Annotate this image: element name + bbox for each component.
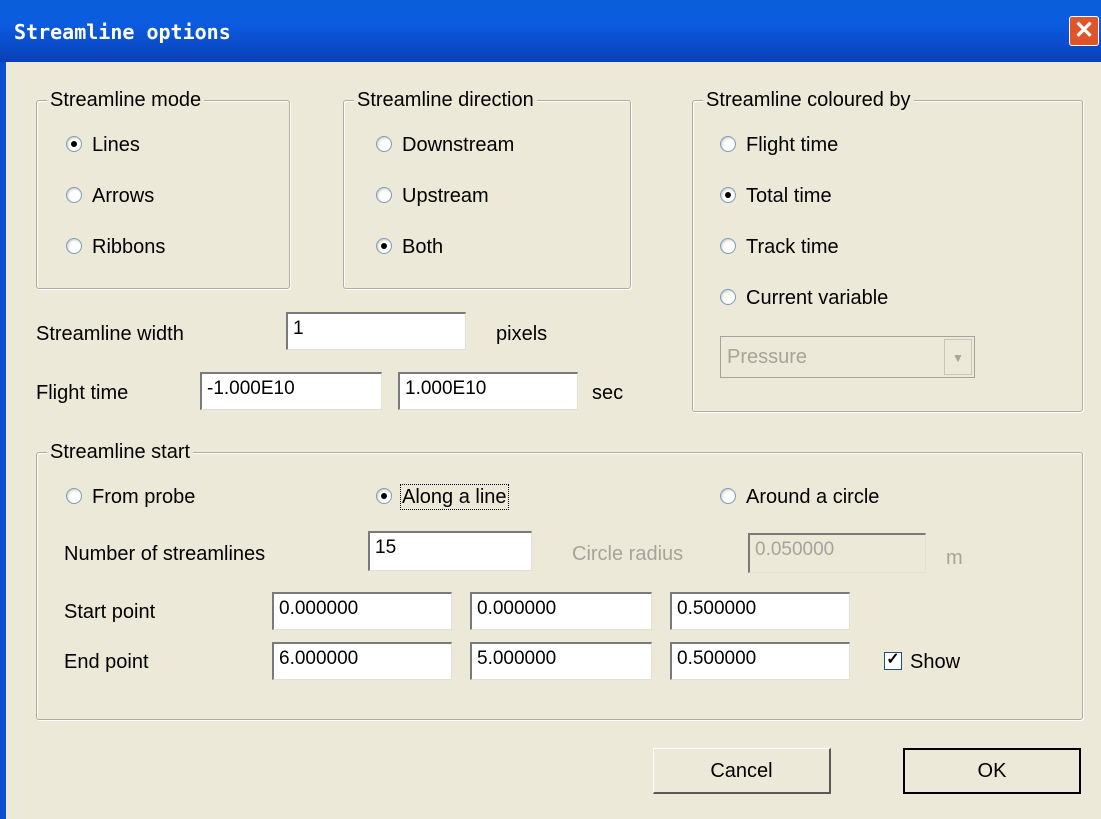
streamline-width-label: Streamline width: [36, 323, 184, 345]
radio-icon: [376, 135, 392, 152]
radio-lines[interactable]: Lines: [66, 134, 140, 157]
radio-icon: [720, 288, 736, 305]
radio-icon: [66, 237, 82, 254]
radio-current-variable[interactable]: Current variable: [720, 287, 888, 310]
checkmark-icon: ✓: [884, 651, 902, 670]
variable-select-value: Pressure: [727, 346, 808, 368]
flight-time-unit-label: sec: [592, 382, 624, 404]
radio-icon: [720, 186, 736, 203]
flight-time-min-input[interactable]: -1.000E10: [200, 372, 382, 410]
radio-total-time[interactable]: Total time: [720, 185, 832, 208]
radio-flight-time[interactable]: Flight time: [720, 134, 838, 157]
start-point-label: Start point: [64, 601, 156, 623]
radio-along-a-line[interactable]: Along a line: [376, 484, 509, 510]
radio-around-a-circle[interactable]: Around a circle: [720, 486, 879, 509]
chevron-down-icon: ▼: [944, 339, 972, 375]
radio-track-time[interactable]: Track time: [720, 236, 839, 259]
radio-icon: [376, 186, 392, 203]
radio-icon: [376, 487, 392, 504]
radio-both[interactable]: Both: [376, 236, 443, 259]
group-label: Streamline coloured by: [703, 89, 914, 112]
cancel-button[interactable]: Cancel: [653, 748, 831, 794]
group-label: Streamline direction: [354, 89, 537, 112]
end-point-y-input[interactable]: 5.000000: [470, 642, 652, 680]
width-unit-label: pixels: [496, 323, 548, 345]
flight-time-label: Flight time: [36, 382, 129, 404]
radio-icon: [720, 135, 736, 152]
streamline-width-input[interactable]: 1: [286, 312, 466, 350]
radio-icon: [66, 135, 82, 152]
window-border: [0, 62, 6, 819]
circle-radius-label: Circle radius: [572, 543, 684, 565]
window-title: Streamline options: [14, 20, 231, 44]
radio-icon: [66, 487, 82, 504]
variable-select: Pressure ▼: [720, 336, 975, 378]
radio-upstream[interactable]: Upstream: [376, 185, 489, 208]
group-label: Streamline mode: [47, 89, 205, 112]
group-label: Streamline start: [47, 441, 194, 464]
close-icon[interactable]: ✕: [1069, 16, 1099, 46]
number-of-streamlines-input[interactable]: 15: [368, 531, 532, 571]
start-point-z-input[interactable]: 0.500000: [670, 592, 850, 630]
end-point-x-input[interactable]: 6.000000: [272, 642, 452, 680]
flight-time-max-input[interactable]: 1.000E10: [398, 372, 578, 410]
title-bar: Streamline options ✕: [0, 0, 1101, 62]
start-point-y-input[interactable]: 0.000000: [470, 592, 652, 630]
radio-from-probe[interactable]: From probe: [66, 486, 195, 509]
end-point-label: End point: [64, 651, 149, 673]
radio-icon: [66, 186, 82, 203]
radio-ribbons[interactable]: Ribbons: [66, 236, 165, 259]
circle-radius-unit-label: m: [946, 547, 963, 569]
radio-icon: [376, 237, 392, 254]
start-point-x-input[interactable]: 0.000000: [272, 592, 452, 630]
number-of-streamlines-label: Number of streamlines: [64, 543, 266, 565]
ok-button[interactable]: OK: [903, 748, 1081, 794]
radio-icon: [720, 237, 736, 254]
circle-radius-input: 0.050000: [748, 533, 926, 573]
radio-downstream[interactable]: Downstream: [376, 134, 514, 157]
end-point-z-input[interactable]: 0.500000: [670, 642, 850, 680]
radio-icon: [720, 487, 736, 504]
show-checkbox[interactable]: ✓ Show: [884, 651, 960, 674]
radio-arrows[interactable]: Arrows: [66, 185, 154, 208]
